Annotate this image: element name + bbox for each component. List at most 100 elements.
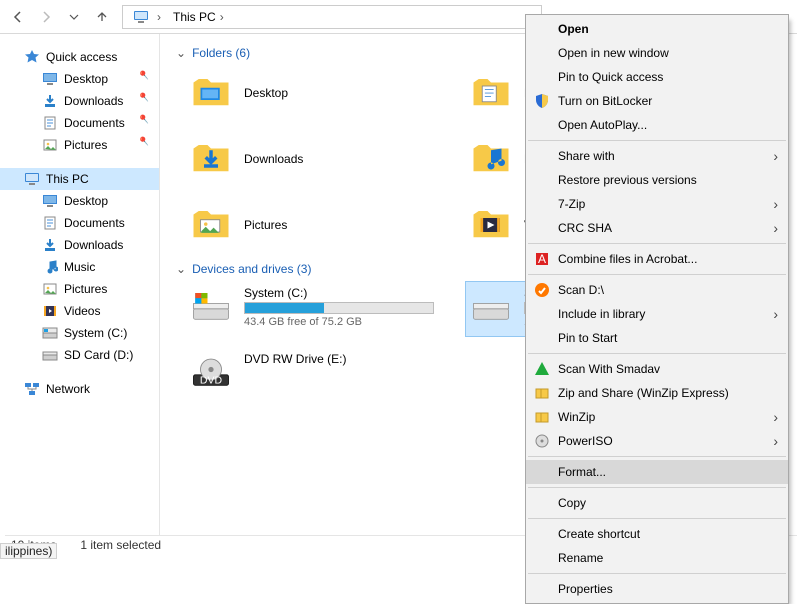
context-item-scan-with-smadav[interactable]: Scan With Smadav [526, 357, 788, 381]
item-subtext: 43.4 GB free of 75.2 GB [244, 316, 434, 328]
sidebar-quick-access[interactable]: Quick access [0, 46, 159, 68]
sidebar-item-pictures[interactable]: Pictures 📍 [0, 134, 159, 156]
item-label: DVD RW Drive (E:) [244, 352, 346, 366]
folder-downloads-icon [190, 138, 232, 180]
downloads-icon [42, 93, 58, 109]
sidebar-item-label: Quick access [46, 50, 117, 64]
breadcrumb-label: This PC [173, 10, 216, 24]
chevron-down-icon [69, 12, 79, 22]
context-item-label: Pin to Quick access [558, 70, 663, 84]
context-item-label: Restore previous versions [558, 173, 697, 187]
pin-icon: 📍 [136, 90, 153, 106]
context-item-open-in-new-window[interactable]: Open in new window [526, 41, 788, 65]
sidebar-item-label: Music [64, 260, 95, 274]
sidebar-pc-videos[interactable]: Videos [0, 300, 159, 322]
folder-desktop-icon [190, 72, 232, 114]
pdf-icon: A [534, 251, 550, 267]
arrow-right-icon [38, 9, 54, 25]
submenu-arrow-icon: › [773, 433, 778, 449]
group-label: Folders (6) [192, 46, 250, 60]
context-menu: OpenOpen in new window Pin to Quick acces… [525, 14, 789, 604]
drive-icon [190, 286, 232, 328]
context-item-winzip[interactable]: WinZip› [526, 405, 788, 429]
sidebar-item-label: Documents [64, 116, 125, 130]
context-item-scan-d[interactable]: Scan D:\ [526, 278, 788, 302]
folder-downloads[interactable]: Downloads [186, 132, 436, 186]
context-item-zip-and-share-winzip-express[interactable]: Zip and Share (WinZip Express) [526, 381, 788, 405]
sidebar-item-label: Network [46, 382, 90, 396]
winzip-icon [534, 409, 550, 425]
context-item-label: Scan With Smadav [558, 362, 660, 376]
context-item-properties[interactable]: Properties [526, 577, 788, 601]
sidebar-item-label: Downloads [64, 238, 123, 252]
context-item-include-in-library[interactable]: Include in library› [526, 302, 788, 326]
sidebar-pc-music[interactable]: Music [0, 256, 159, 278]
context-item-copy[interactable]: Copy [526, 491, 788, 515]
submenu-arrow-icon: › [773, 196, 778, 212]
sidebar-item-label: Documents [64, 216, 125, 230]
folder-pictures[interactable]: Pictures [186, 198, 436, 252]
context-separator [528, 243, 786, 244]
context-item-open-autoplay[interactable]: Open AutoPlay... [526, 113, 788, 137]
sidebar-item-desktop[interactable]: Desktop 📍 [0, 68, 159, 90]
drive-icon [42, 347, 58, 363]
context-item-open[interactable]: Open [526, 17, 788, 41]
context-item-crc-sha[interactable]: CRC SHA› [526, 216, 788, 240]
context-item-poweriso[interactable]: PowerISO› [526, 429, 788, 453]
context-item-rename[interactable]: Rename [526, 546, 788, 570]
context-item-pin-to-start[interactable]: Pin to Start [526, 326, 788, 350]
drive-system-c[interactable]: System (C:) 43.4 GB free of 75.2 GB [186, 282, 436, 336]
svg-text:A: A [538, 252, 546, 266]
sidebar-item-documents[interactable]: Documents 📍 [0, 112, 159, 134]
sidebar-pc-sdcard-d[interactable]: SD Card (D:) [0, 344, 159, 366]
pictures-icon [42, 137, 58, 153]
documents-icon [42, 215, 58, 231]
sidebar-item-label: Desktop [64, 72, 108, 86]
breadcrumb-root[interactable]: › [123, 6, 167, 28]
breadcrumb-thispc[interactable]: This PC › [167, 6, 230, 28]
downloads-icon [42, 237, 58, 253]
up-button[interactable] [90, 5, 114, 29]
context-item-create-shortcut[interactable]: Create shortcut [526, 522, 788, 546]
context-item-turn-on-bitlocker[interactable]: Turn on BitLocker [526, 89, 788, 113]
svg-text:DVD: DVD [200, 375, 223, 387]
context-item-combine-files-in-acrobat[interactable]: Combine files in Acrobat...A [526, 247, 788, 271]
sidebar-item-label: Pictures [64, 138, 107, 152]
pin-icon: 📍 [136, 112, 153, 128]
network-icon [24, 381, 40, 397]
context-item-format[interactable]: Format... [526, 460, 788, 484]
item-label: Pictures [244, 218, 287, 232]
videos-icon [42, 303, 58, 319]
sidebar-item-label: Videos [64, 304, 100, 318]
sidebar-this-pc[interactable]: This PC [0, 168, 159, 190]
back-button[interactable] [6, 5, 30, 29]
context-item-7-zip[interactable]: 7-Zip› [526, 192, 788, 216]
context-item-pin-to-quick-access[interactable]: Pin to Quick access [526, 65, 788, 89]
sidebar-pc-desktop[interactable]: Desktop [0, 190, 159, 212]
context-separator [528, 456, 786, 457]
breadcrumb[interactable]: › This PC › [122, 5, 542, 29]
recent-menu-button[interactable] [62, 5, 86, 29]
sidebar-pc-downloads[interactable]: Downloads [0, 234, 159, 256]
context-item-restore-previous-versions[interactable]: Restore previous versions [526, 168, 788, 192]
item-label: Downloads [244, 152, 303, 166]
sidebar-item-downloads[interactable]: Downloads 📍 [0, 90, 159, 112]
context-item-share-with[interactable]: Share with› [526, 144, 788, 168]
sidebar-pc-documents[interactable]: Documents [0, 212, 159, 234]
folder-desktop[interactable]: Desktop [186, 66, 436, 120]
pictures-icon [42, 281, 58, 297]
context-item-label: CRC SHA [558, 221, 612, 235]
forward-button[interactable] [34, 5, 58, 29]
context-item-label: Rename [558, 551, 603, 565]
sidebar-network[interactable]: Network [0, 378, 159, 400]
context-item-label: Scan D:\ [558, 283, 604, 297]
dvd-icon: DVD [190, 352, 232, 394]
sidebar-item-label: This PC [46, 172, 89, 186]
context-item-label: Format... [558, 465, 606, 479]
sidebar-pc-pictures[interactable]: Pictures [0, 278, 159, 300]
arrow-up-icon [94, 9, 110, 25]
context-separator [528, 353, 786, 354]
context-separator [528, 140, 786, 141]
music-icon [42, 259, 58, 275]
sidebar-pc-system-c[interactable]: System (C:) [0, 322, 159, 344]
